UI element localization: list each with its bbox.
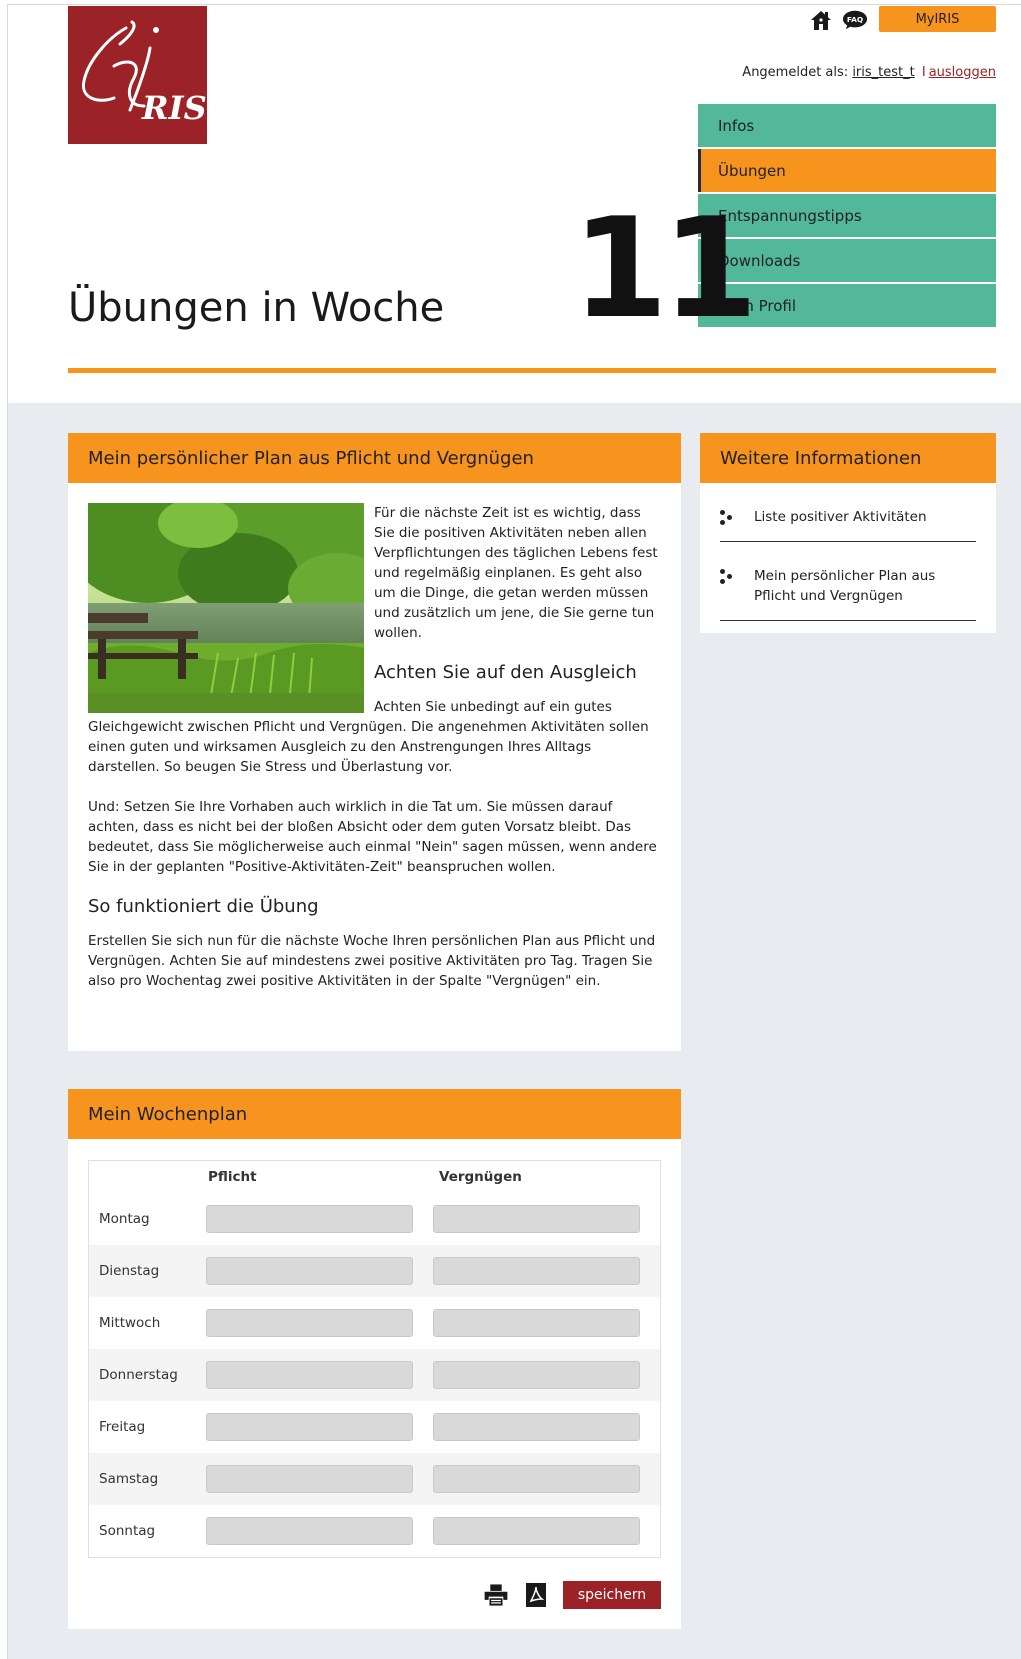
vergnuegen-input[interactable] xyxy=(432,1361,640,1389)
further-info-heading: Weitere Informationen xyxy=(700,433,996,483)
top-icon-bar: FAQ xyxy=(808,8,868,32)
weekly-plan-table: Pflicht Vergnügen Montag Dienstag Mittwo… xyxy=(88,1160,661,1558)
further-info-item[interactable]: Liste positiver Aktivitäten xyxy=(720,483,976,542)
table-row: Sonntag xyxy=(89,1505,660,1557)
exercise-panel: Mein persönlicher Plan aus Pflicht und V… xyxy=(68,433,681,1051)
vergnuegen-input[interactable] xyxy=(432,1465,640,1493)
vergnuegen-input[interactable] xyxy=(432,1309,640,1337)
pflicht-input[interactable] xyxy=(205,1361,413,1389)
pflicht-input[interactable] xyxy=(205,1309,413,1337)
dots-icon xyxy=(720,507,736,527)
day-label: Montag xyxy=(99,1211,150,1227)
pflicht-input[interactable] xyxy=(205,1413,413,1441)
table-row: Samstag xyxy=(89,1453,660,1505)
vergnuegen-input[interactable] xyxy=(432,1257,640,1285)
week-number: 11 xyxy=(572,188,758,349)
further-info-link[interactable]: Liste positiver Aktivitäten xyxy=(754,507,927,527)
table-row: Dienstag xyxy=(89,1245,660,1297)
nav-item-uebungen[interactable]: Übungen xyxy=(698,149,996,192)
further-info-item[interactable]: Mein persönlicher Plan aus Pflicht und V… xyxy=(720,542,976,621)
exercise-panel-heading: Mein persönlicher Plan aus Pflicht und V… xyxy=(68,433,681,483)
table-row: Freitag xyxy=(89,1401,660,1453)
page-title: Übungen in Woche xyxy=(68,285,445,331)
weekly-plan-panel: Mein Wochenplan Pflicht Vergnügen Montag… xyxy=(68,1089,681,1629)
login-prefix: Angemeldet als: xyxy=(742,65,849,80)
login-separator: I xyxy=(921,65,926,80)
save-button[interactable]: speichern xyxy=(563,1581,661,1609)
pflicht-input[interactable] xyxy=(205,1517,413,1545)
day-label: Freitag xyxy=(99,1419,146,1435)
further-info-list: Liste positiver Aktivitäten Mein persönl… xyxy=(700,483,996,621)
table-row: Donnerstag xyxy=(89,1349,660,1401)
exercise-panel-body: Für die nächste Zeit ist es wichtig, das… xyxy=(68,483,681,991)
plan-rows: Montag Dienstag Mittwoch Donnerstag Frei… xyxy=(89,1193,660,1557)
vergnuegen-input[interactable] xyxy=(432,1205,640,1233)
uebung-text: Erstellen Sie sich nun für die nächste W… xyxy=(88,933,656,989)
vergnuegen-input[interactable] xyxy=(432,1517,640,1545)
svg-text:FAQ: FAQ xyxy=(847,15,863,24)
faq-icon[interactable]: FAQ xyxy=(842,8,868,32)
username-link[interactable]: iris_test_t xyxy=(852,65,914,80)
table-row: Montag xyxy=(89,1193,660,1245)
dots-icon xyxy=(720,566,736,586)
myiris-button[interactable]: MyIRIS xyxy=(879,6,996,32)
subheading-uebung: So funktioniert die Übung xyxy=(88,896,319,917)
iris-logo[interactable]: RIS xyxy=(68,6,207,144)
table-row: Mittwoch xyxy=(89,1297,660,1349)
home-icon[interactable] xyxy=(808,8,834,32)
column-header-vergnuegen: Vergnügen xyxy=(439,1169,522,1185)
day-label: Dienstag xyxy=(99,1263,160,1279)
header-divider xyxy=(68,368,996,373)
login-status: Angemeldet als: iris_test_t Iausloggen xyxy=(742,65,996,80)
pflicht-input[interactable] xyxy=(205,1205,413,1233)
further-info-link[interactable]: Mein persönlicher Plan aus Pflicht und V… xyxy=(754,566,976,606)
further-info-panel: Weitere Informationen Liste positiver Ak… xyxy=(700,433,996,633)
lake-bench-image xyxy=(88,503,364,713)
pflicht-input[interactable] xyxy=(205,1465,413,1493)
plan-actions: speichern xyxy=(483,1581,661,1609)
pdf-icon[interactable] xyxy=(523,1583,549,1607)
plan-table-header: Pflicht Vergnügen xyxy=(89,1161,660,1193)
logo-wordmark: RIS xyxy=(141,89,207,127)
day-label: Mittwoch xyxy=(99,1315,161,1331)
nav-item-infos[interactable]: Infos xyxy=(698,104,996,147)
weekly-plan-heading: Mein Wochenplan xyxy=(68,1089,681,1139)
pflicht-input[interactable] xyxy=(205,1257,413,1285)
vergnuegen-input[interactable] xyxy=(432,1413,640,1441)
column-header-pflicht: Pflicht xyxy=(208,1169,257,1185)
day-label: Samstag xyxy=(99,1471,159,1487)
day-label: Donnerstag xyxy=(99,1367,178,1383)
day-label: Sonntag xyxy=(99,1523,156,1539)
print-icon[interactable] xyxy=(483,1583,509,1607)
logout-link[interactable]: ausloggen xyxy=(929,65,996,80)
umsetzung-text: Und: Setzen Sie Ihre Vorhaben auch wirkl… xyxy=(88,799,657,875)
